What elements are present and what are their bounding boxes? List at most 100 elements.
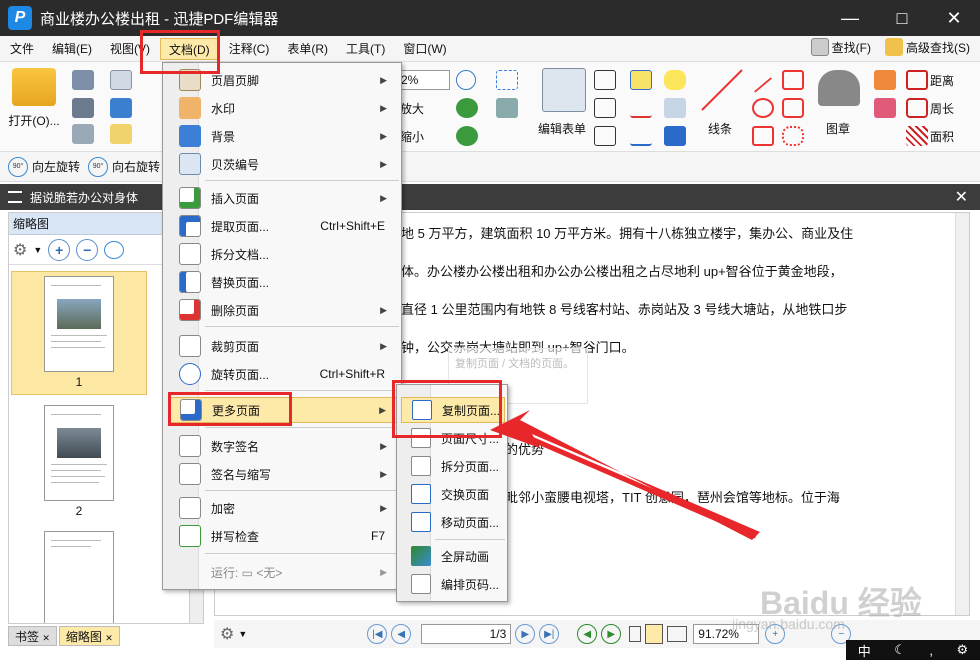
thumbnail-page-2[interactable]: 2 <box>11 401 147 525</box>
rotate-thumb-icon[interactable] <box>104 240 125 259</box>
polygon-icon[interactable] <box>782 98 804 118</box>
ime-mode[interactable]: 中 <box>858 641 871 660</box>
menu-form[interactable]: 表单(R) <box>279 38 336 60</box>
thumbnail-page-3[interactable] <box>11 527 147 623</box>
menu-extract-page[interactable]: 提取页面... Ctrl+Shift+E <box>169 213 399 239</box>
perimeter-icon[interactable] <box>906 98 928 118</box>
find-button[interactable]: 查找(F) <box>810 38 871 56</box>
thumbnail-page-1[interactable]: 1 <box>11 271 147 395</box>
zoom-in-label[interactable]: 放大 <box>400 100 424 117</box>
area-icon[interactable] <box>906 126 928 146</box>
perimeter-label[interactable]: 周长 <box>930 100 954 117</box>
underline-icon[interactable] <box>630 126 652 146</box>
close-document-icon[interactable]: ✕ <box>955 187 968 207</box>
first-page-icon[interactable]: |◀ <box>367 624 388 644</box>
submenu-split-page[interactable]: 拆分页面... <box>401 453 505 479</box>
forward-icon[interactable]: ▶ <box>601 624 622 644</box>
submenu-page-numbering[interactable]: 编排页码... <box>401 571 505 597</box>
pencil-icon[interactable] <box>874 70 896 90</box>
back-icon[interactable]: ◀ <box>577 624 598 644</box>
scan-icon[interactable] <box>110 98 132 118</box>
print-icon[interactable] <box>72 98 94 118</box>
sound-icon[interactable] <box>664 126 686 146</box>
text-field-icon[interactable] <box>594 70 616 90</box>
menu-background[interactable]: 背景 ▶ <box>169 123 399 149</box>
edit-form-icon[interactable] <box>542 68 586 112</box>
zoom-out-thumb-icon[interactable]: − <box>76 238 99 261</box>
menu-replace-page[interactable]: 替换页面... <box>169 269 399 295</box>
rectangle-icon[interactable] <box>752 126 774 146</box>
menu-crop-page[interactable]: 裁剪页面 ▶ <box>169 333 399 359</box>
email-icon[interactable] <box>110 70 132 90</box>
last-page-icon[interactable]: ▶| <box>539 624 560 644</box>
chevron-down-icon[interactable]: ▼ <box>33 245 42 255</box>
menu-window[interactable]: 窗口(W) <box>395 38 454 60</box>
rotate-right-button[interactable]: 90° 向右旋转 <box>88 156 160 177</box>
cloud-icon[interactable] <box>782 126 804 146</box>
moon-icon[interactable]: ☾ <box>894 642 906 658</box>
page-number-input[interactable]: 1/3 <box>421 624 512 644</box>
submenu-swap-page[interactable]: 交换页面 <box>401 481 505 507</box>
ime-gear-icon[interactable]: ⚙ <box>957 642 969 658</box>
stamp-label[interactable]: 图章 <box>826 120 850 137</box>
menu-file[interactable]: 文件 <box>2 38 42 60</box>
open-button[interactable]: 打开(O)... <box>6 68 62 129</box>
line-label[interactable]: 线条 <box>708 120 732 137</box>
maximize-button[interactable]: □ <box>876 0 928 36</box>
menu-watermark[interactable]: 水印 ▶ <box>169 95 399 121</box>
new-icon[interactable] <box>110 124 132 144</box>
save-icon[interactable] <box>72 70 94 90</box>
attachment-icon[interactable] <box>664 98 686 118</box>
menu-split-document[interactable]: 拆分文档... <box>169 241 399 267</box>
tab-bookmarks[interactable]: 书签 ✕ <box>8 626 57 646</box>
text-box-icon[interactable] <box>594 98 616 118</box>
document-scrollbar[interactable] <box>955 213 969 615</box>
add-tool-icon[interactable] <box>496 98 518 118</box>
arrow-tool-icon[interactable] <box>753 77 773 93</box>
document-tab[interactable]: 据说脆若办公对身体 <box>8 189 138 206</box>
area-label[interactable]: 面积 <box>930 128 954 145</box>
undo-icon[interactable] <box>456 98 478 118</box>
zoom-in-icon[interactable] <box>456 70 476 90</box>
note-icon[interactable] <box>664 70 686 90</box>
polyline-icon[interactable] <box>782 70 804 90</box>
line-icon[interactable] <box>700 68 744 112</box>
typewriter-icon[interactable] <box>630 70 652 90</box>
gear-icon[interactable]: ⚙ <box>13 240 27 260</box>
redo-icon[interactable] <box>456 126 478 146</box>
submenu-move-page[interactable]: 移动页面... <box>401 509 505 535</box>
rotate-left-button[interactable]: 90° 向左旋转 <box>8 156 80 177</box>
close-button[interactable]: ✕ <box>928 0 980 36</box>
advanced-find-button[interactable]: 高级查找(S) <box>885 38 970 56</box>
distance-label[interactable]: 距离 <box>930 72 954 89</box>
chevron-down-icon[interactable]: ▼ <box>238 629 247 639</box>
eraser-icon[interactable] <box>874 98 896 118</box>
next-page-icon[interactable]: ▶ <box>515 624 536 644</box>
stamp-icon[interactable] <box>818 70 860 106</box>
menu-comment[interactable]: 注释(C) <box>221 38 278 60</box>
zoom-in-thumb-icon[interactable]: + <box>48 238 71 261</box>
export-icon[interactable] <box>72 124 94 144</box>
menu-spell-check[interactable]: 拼写检查 F7 <box>169 523 399 549</box>
menu-encrypt[interactable]: 加密 ▶ <box>169 495 399 521</box>
select-tool-icon[interactable] <box>496 70 518 90</box>
menu-delete-page[interactable]: 删除页面 ▶ <box>169 297 399 323</box>
menu-rotate-page[interactable]: 旋转页面... Ctrl+Shift+R <box>169 361 399 387</box>
fit-page-icon[interactable] <box>645 624 664 644</box>
two-page-icon[interactable] <box>667 626 688 642</box>
submenu-fullscreen-animation[interactable]: 全屏动画 <box>401 543 505 569</box>
zoom-out-label[interactable]: 缩小 <box>400 128 424 145</box>
tab-list-icon[interactable] <box>8 191 22 203</box>
menu-sign-initials[interactable]: 签名与缩写 ▶ <box>169 461 399 487</box>
comma-icon[interactable]: , <box>929 643 933 658</box>
menu-edit[interactable]: 编辑(E) <box>44 38 100 60</box>
distance-icon[interactable] <box>906 70 928 90</box>
zoom-select[interactable]: 2% <box>398 70 450 90</box>
strikeout-icon[interactable] <box>630 98 652 118</box>
minimize-button[interactable]: — <box>824 0 876 36</box>
prev-page-icon[interactable]: ◀ <box>391 624 412 644</box>
menu-insert-page[interactable]: 插入页面 ▶ <box>169 185 399 211</box>
menu-bates-number[interactable]: 贝茨编号 ▶ <box>169 151 399 177</box>
single-page-icon[interactable] <box>629 626 642 642</box>
edit-form-label[interactable]: 编辑表单 <box>538 120 586 137</box>
